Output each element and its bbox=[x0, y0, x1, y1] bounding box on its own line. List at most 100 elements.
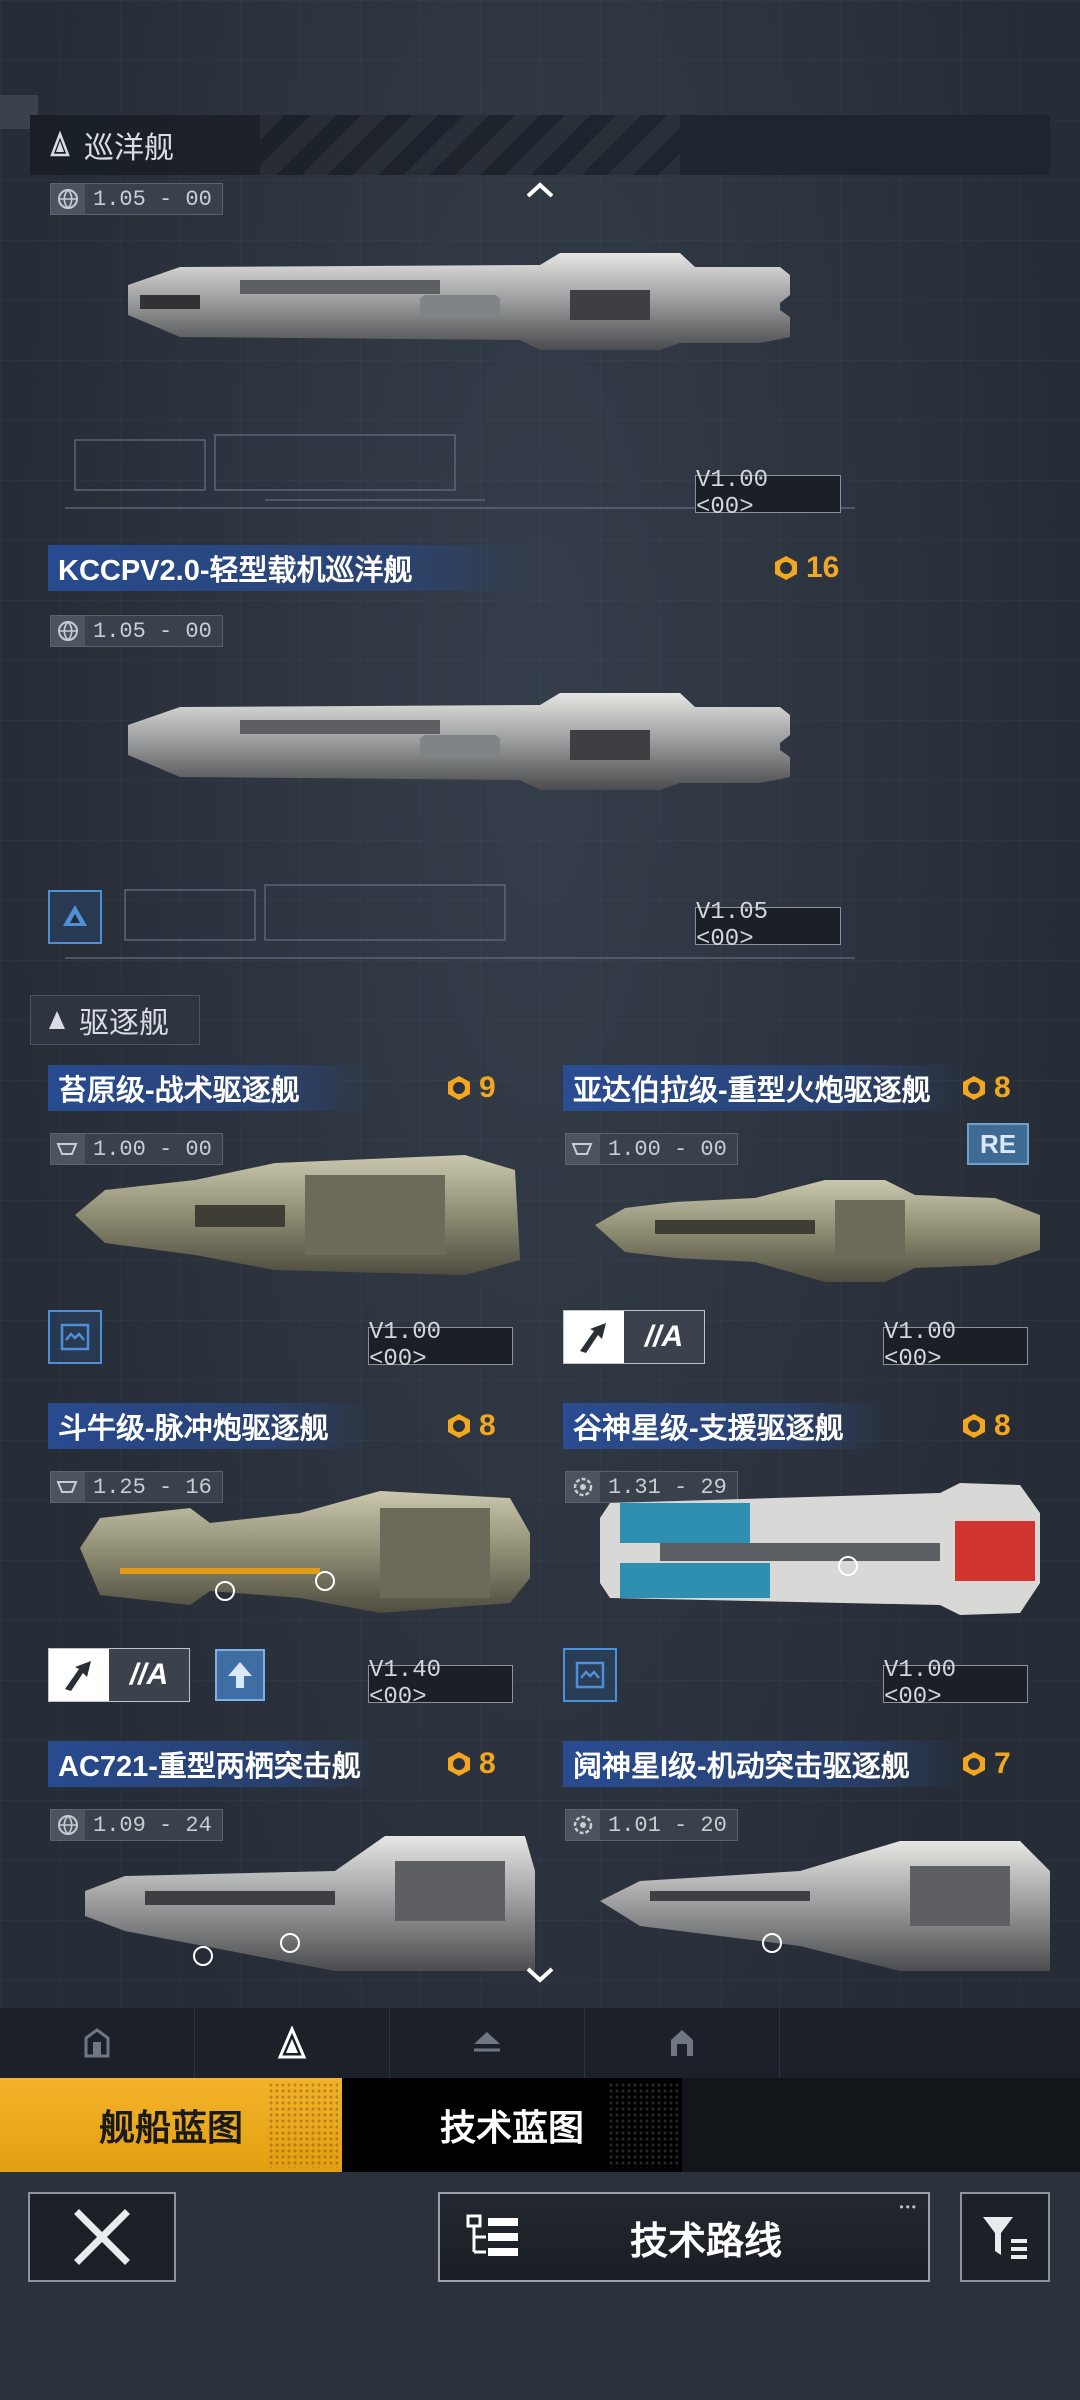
credit-coin-icon bbox=[963, 1752, 985, 1776]
tier-indicator: 1.05 - 00 bbox=[50, 615, 223, 647]
upgrade-arrow-icon bbox=[215, 1649, 265, 1701]
ship-card-ac721[interactable]: AC721-重型两栖突击舰 8 1.09 - 24 bbox=[30, 1741, 540, 1996]
tech-route-button[interactable]: 技术路线 ••• bbox=[438, 2192, 930, 2282]
carrier-class-icon bbox=[474, 2032, 500, 2052]
nav-carrier[interactable] bbox=[390, 2008, 585, 2078]
version-label: V1.40 <00> bbox=[368, 1657, 513, 1711]
ship-card-tai-yuan[interactable]: 苔原级-战术驱逐舰 9 1.00 - 00 V1.00 <00> bbox=[30, 1065, 540, 1375]
nav-frigate[interactable] bbox=[0, 2008, 195, 2078]
armament-label: //A bbox=[624, 1311, 704, 1363]
globe-icon bbox=[51, 184, 85, 214]
ship-card-gu-shen[interactable]: 谷神星级-支援驱逐舰 8 1.31 - 29 V1.00 <00> bbox=[545, 1403, 1055, 1713]
cruiser-class-icon bbox=[277, 2026, 307, 2059]
nav-empty-slot bbox=[780, 2008, 975, 2078]
support-role-icon bbox=[48, 1310, 102, 1364]
credit-coin-icon bbox=[448, 1752, 470, 1776]
ac721-ship-image bbox=[85, 1836, 535, 1971]
ship-card-dou-niu[interactable]: 斗牛级-脉冲炮驱逐舰 8 1.25 - 16 //A V1.40 <00> bbox=[30, 1403, 540, 1713]
tab-tech-blueprint-label: 技术蓝图 bbox=[439, 2107, 584, 2148]
version-label: V1.00 <00> bbox=[883, 1319, 1028, 1373]
nav-cruiser[interactable] bbox=[195, 2008, 390, 2078]
cost-indicator: 8 bbox=[960, 1409, 1011, 1443]
cost-value: 16 bbox=[806, 551, 840, 584]
tier-value: 1.00 - 00 bbox=[608, 1136, 727, 1162]
cost-value: 8 bbox=[479, 1747, 496, 1780]
tab-ship-blueprint-label: 舰船蓝图 bbox=[98, 2107, 243, 2148]
nav-battleship[interactable] bbox=[585, 2008, 780, 2078]
armament-badge: //A bbox=[563, 1310, 705, 1364]
tech-route-label: 技术路线 bbox=[629, 2220, 782, 2263]
battleship-class-icon bbox=[671, 2030, 693, 2056]
tai-yuan-ship-image bbox=[75, 1155, 520, 1275]
filter-icon bbox=[983, 2217, 1027, 2259]
armament-label: //A bbox=[109, 1649, 189, 1701]
gear-emblem-icon bbox=[566, 1810, 600, 1840]
cruiser-class-icon bbox=[50, 131, 70, 157]
destroyer-class-icon bbox=[49, 1011, 65, 1029]
yue-shen-ship-image bbox=[600, 1841, 1050, 1971]
arrow-strike-icon bbox=[49, 1649, 109, 1701]
button-corner-dots: ••• bbox=[899, 2200, 918, 2214]
version-label: V1.05 <00> bbox=[695, 899, 841, 953]
ship-card-adaberla[interactable]: 亚达伯拉级-重型火炮驱逐舰 8 1.00 - 00 RE //A V1.00 <… bbox=[545, 1065, 1055, 1375]
dou-niu-ship-image bbox=[80, 1491, 530, 1613]
cost-indicator: 7 bbox=[960, 1747, 1011, 1781]
ship-title: AC721-重型两栖突击舰 bbox=[48, 1741, 378, 1787]
credit-coin-icon bbox=[963, 1076, 985, 1100]
cost-value: 8 bbox=[479, 1409, 496, 1442]
tech-tree-icon bbox=[466, 2214, 518, 2256]
tab-ship-blueprint[interactable]: 舰船蓝图 bbox=[0, 2078, 342, 2172]
tier-value: 1.05 - 00 bbox=[93, 618, 212, 644]
cost-indicator: 16 bbox=[772, 551, 839, 585]
cost-value: 7 bbox=[994, 1747, 1011, 1780]
cruiser-card-top[interactable]: 1.05 - 00 V1.00 <00> bbox=[30, 175, 870, 521]
re-badge: RE bbox=[967, 1123, 1029, 1165]
version-label: V1.00 <00> bbox=[883, 1657, 1028, 1711]
tab-dot-pattern bbox=[608, 2082, 678, 2168]
kccpv-ship-image bbox=[128, 693, 790, 790]
cost-value: 9 bbox=[479, 1071, 496, 1104]
cruiser-section-header: 巡洋舰 bbox=[30, 115, 1050, 175]
credit-coin-icon bbox=[448, 1414, 470, 1438]
ship-title: 苔原级-战术驱逐舰 bbox=[48, 1065, 368, 1111]
cruiser-section-label: 巡洋舰 bbox=[84, 132, 174, 165]
header-stripes bbox=[260, 115, 680, 175]
cost-value: 8 bbox=[994, 1071, 1011, 1104]
support-role-icon bbox=[563, 1648, 617, 1702]
scroll-down-chevron-icon[interactable] bbox=[524, 1965, 556, 1985]
tab-tech-blueprint[interactable]: 技术蓝图 bbox=[342, 2078, 682, 2172]
gear-emblem-icon bbox=[566, 1472, 600, 1502]
tier-indicator: 1.05 - 00 bbox=[50, 183, 223, 215]
ship-title: 阋神星I级-机动突击驱逐舰 bbox=[563, 1741, 963, 1787]
credit-coin-icon bbox=[448, 1076, 470, 1100]
adaberla-ship-image bbox=[595, 1180, 1040, 1282]
ship-card-yue-shen[interactable]: 阋神星I级-机动突击驱逐舰 7 1.01 - 20 bbox=[545, 1741, 1055, 1996]
filter-button[interactable] bbox=[960, 2192, 1050, 2282]
arrow-strike-icon bbox=[564, 1311, 624, 1363]
ship-title: 谷神星级-支援驱逐舰 bbox=[563, 1403, 883, 1449]
version-label: V1.00 <00> bbox=[368, 1319, 513, 1373]
destroyer-section-header: 驱逐舰 bbox=[30, 995, 200, 1045]
cost-indicator: 8 bbox=[445, 1747, 496, 1781]
armament-badge: //A bbox=[48, 1648, 190, 1702]
tier-indicator: 1.00 - 00 bbox=[565, 1133, 738, 1165]
frigate-class-icon bbox=[84, 2028, 110, 2058]
faction-emblem-icon bbox=[566, 1134, 600, 1164]
ship-title: 亚达伯拉级-重型火炮驱逐舰 bbox=[563, 1065, 963, 1111]
ship-card-kccpv[interactable]: KCCPV2.0-轻型载机巡洋舰 16 1.05 - 00 V1.05 <00> bbox=[30, 545, 870, 965]
cruiser-ship-image bbox=[128, 253, 790, 350]
cost-value: 8 bbox=[994, 1409, 1011, 1442]
ship-class-nav bbox=[0, 2008, 1080, 2078]
version-label: V1.00 <00> bbox=[695, 467, 841, 521]
globe-icon bbox=[51, 1810, 85, 1840]
cost-indicator: 8 bbox=[445, 1409, 496, 1443]
close-button[interactable] bbox=[28, 2192, 176, 2282]
ship-title: KCCPV2.0-轻型载机巡洋舰 bbox=[48, 545, 528, 591]
globe-icon bbox=[51, 616, 85, 646]
ship-title: 斗牛级-脉冲炮驱逐舰 bbox=[48, 1403, 368, 1449]
carrier-role-icon bbox=[48, 890, 102, 944]
gu-shen-ship-image bbox=[600, 1483, 1040, 1615]
tier-value: 1.05 - 00 bbox=[93, 186, 212, 212]
close-icon bbox=[74, 2209, 130, 2265]
credit-coin-icon bbox=[963, 1414, 985, 1438]
